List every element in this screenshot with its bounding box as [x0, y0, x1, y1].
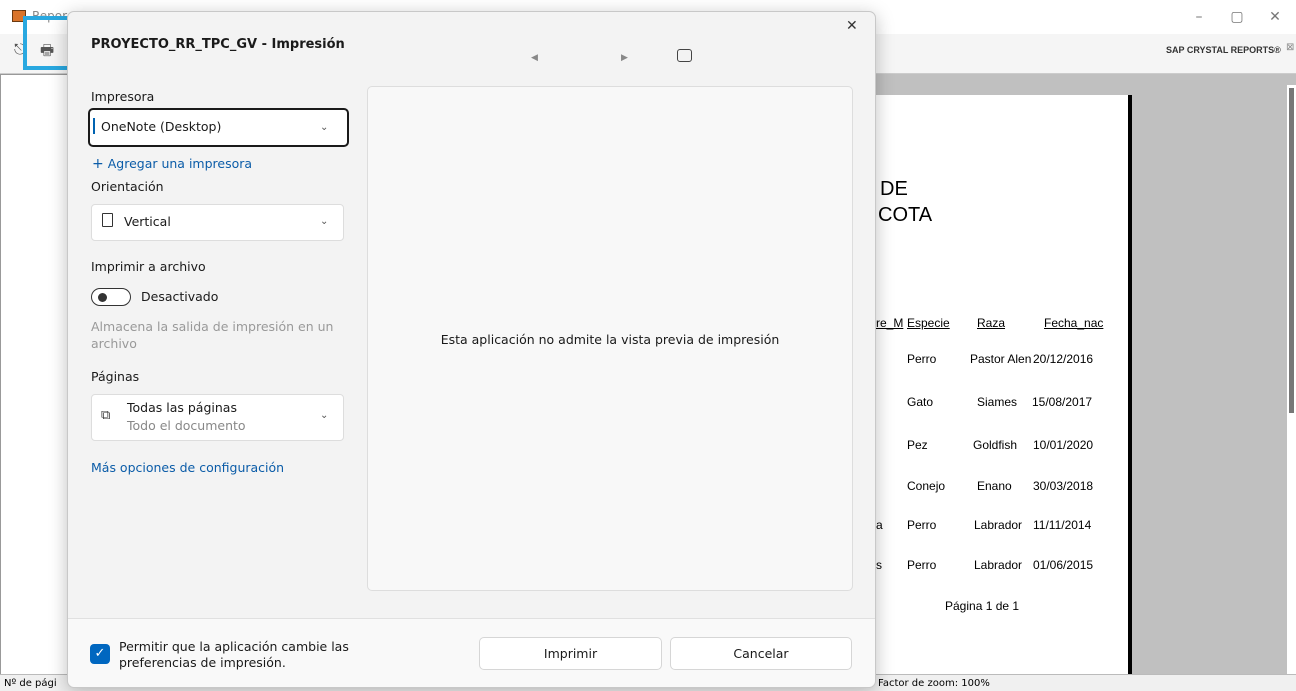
- printer-value: OneNote (Desktop): [101, 119, 222, 134]
- cell-especie: Perro: [907, 518, 937, 532]
- print-button[interactable]: Imprimir: [479, 637, 662, 670]
- cancel-button[interactable]: Cancelar: [670, 637, 852, 670]
- next-page-icon[interactable]: ▶: [621, 53, 628, 63]
- status-zoom: Factor de zoom: 100%: [878, 678, 990, 689]
- cell-raza: Pastor Alen: [970, 352, 1032, 366]
- allow-preferences-label: Permitir que la aplicación cambie las pr…: [119, 639, 349, 670]
- column-header: Fecha_nac: [1044, 316, 1104, 330]
- cell-raza: Siames: [977, 395, 1018, 409]
- print-to-file-label: Imprimir a archivo: [91, 259, 206, 274]
- column-header: re_M: [876, 316, 904, 330]
- pages-value: Todas las páginas: [127, 400, 237, 415]
- page-icon: [102, 213, 113, 227]
- cell-raza: Labrador: [974, 518, 1023, 532]
- cell-fecha: 10/01/2020: [1033, 438, 1094, 452]
- close-icon[interactable]: ✕: [846, 18, 858, 34]
- report-page: [876, 95, 1132, 675]
- cell-fecha: 20/12/2016: [1033, 352, 1094, 366]
- report-heading-line: COTA: [878, 204, 933, 226]
- print-to-file-toggle[interactable]: [91, 288, 131, 306]
- cell-raza: Goldfish: [973, 438, 1018, 452]
- pages-subtext: Todo el documento: [127, 418, 246, 433]
- orientation-value: Vertical: [124, 214, 171, 229]
- toggle-knob: [98, 293, 107, 302]
- sap-brand-label: SAP CRYSTAL REPORTS®: [1166, 45, 1281, 55]
- cell-especie: Perro: [907, 558, 937, 572]
- print-to-file-description: Almacena la salida de impresión en un ar…: [91, 319, 334, 351]
- cell-especie: Perro: [907, 352, 937, 366]
- dialog-title: PROYECTO_RR_TPC_GV - Impresión: [91, 37, 345, 52]
- orientation-label: Orientación: [91, 179, 164, 194]
- printer-label: Impresora: [91, 89, 155, 104]
- cell-especie: Conejo: [907, 479, 946, 493]
- cell-fecha: 11/11/2014: [1033, 518, 1092, 532]
- maximize-button[interactable]: ▢: [1226, 6, 1248, 28]
- allow-preferences-checkbox[interactable]: ✓: [90, 644, 110, 664]
- cell-raza: Enano: [977, 479, 1012, 493]
- preview-message: Esta aplicación no admite la vista previ…: [440, 332, 780, 347]
- cell-fecha: 15/08/2017: [1032, 395, 1093, 409]
- more-settings-link[interactable]: Más opciones de configuración: [91, 460, 284, 475]
- print-dialog: PROYECTO_RR_TPC_GV - Impresión ✕ ◀ ▶ Imp…: [67, 11, 876, 688]
- plus-icon: +: [92, 156, 104, 172]
- minimize-button[interactable]: –: [1188, 6, 1210, 28]
- focus-indicator: [93, 118, 95, 134]
- chevron-down-icon: ⌄: [320, 122, 329, 133]
- cell-raza: Labrador: [974, 558, 1023, 572]
- cell-left: a: [876, 518, 883, 532]
- previous-page-icon[interactable]: ◀: [531, 53, 538, 63]
- cell-fecha: 01/06/2015: [1033, 558, 1094, 572]
- group-tree-panel: [0, 74, 76, 674]
- fit-page-icon[interactable]: [677, 49, 692, 62]
- column-header: Especie: [907, 316, 950, 330]
- report-page-footer: Página 1 de 1: [945, 599, 1020, 613]
- close-tab-icon[interactable]: ⊠: [1286, 42, 1294, 53]
- cell-fecha: 30/03/2018: [1033, 479, 1094, 493]
- close-window-button[interactable]: ✕: [1264, 6, 1286, 28]
- add-printer-link[interactable]: + Agregar una impresora: [92, 156, 252, 172]
- pages-icon: ⧉: [101, 408, 111, 423]
- column-header: Raza: [977, 316, 1006, 330]
- cell-especie: Gato: [907, 395, 934, 409]
- report-heading-line: DE: [880, 178, 908, 200]
- add-printer-label: Agregar una impresora: [107, 156, 253, 171]
- chevron-down-icon: ⌄: [320, 216, 329, 227]
- pages-label: Páginas: [91, 369, 140, 384]
- cell-especie: Pez: [907, 438, 928, 452]
- scrollbar-thumb[interactable]: [1289, 88, 1294, 413]
- cell-left: s: [876, 558, 882, 572]
- toggle-state-label: Desactivado: [141, 289, 219, 304]
- status-page-number: Nº de pági: [4, 678, 57, 689]
- chevron-down-icon: ⌄: [320, 410, 329, 421]
